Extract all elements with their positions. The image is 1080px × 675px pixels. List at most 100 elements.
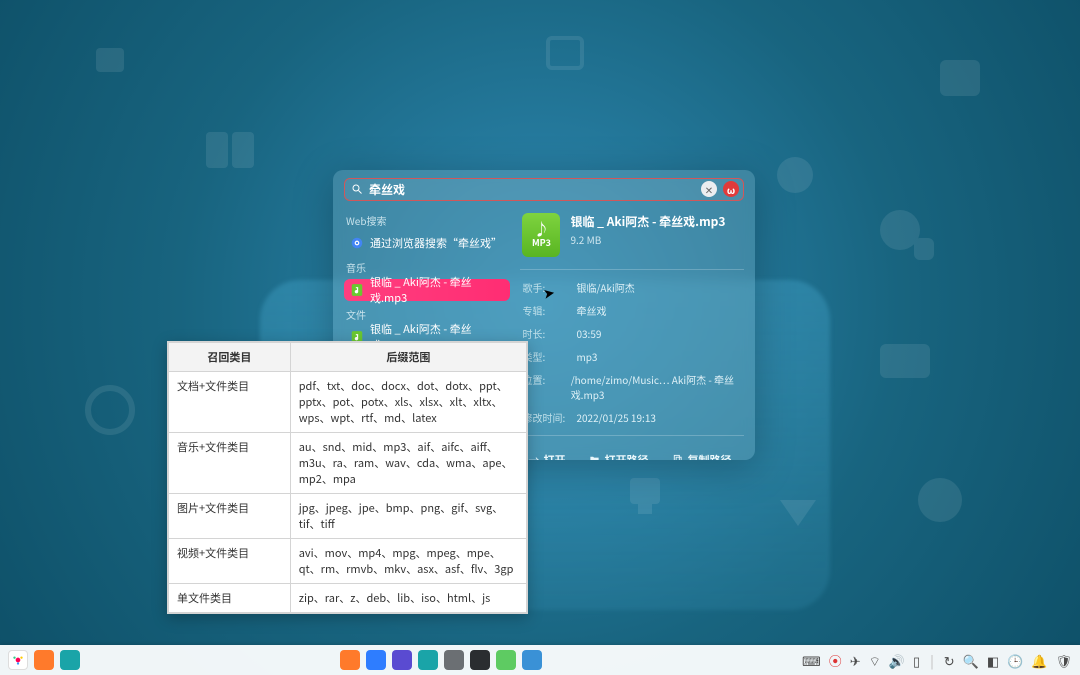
table-cell: 视频+文件类目 <box>169 539 291 584</box>
section-file-label: 文件 <box>346 307 510 322</box>
table-cell: jpg、jpeg、jpe、bmp、png、gif、svg、tif、tiff <box>290 494 526 539</box>
table-cell: zip、rar、z、deb、lib、iso、html、js <box>290 584 526 613</box>
result-music-item[interactable]: 银临 _ Aki阿杰 - 牵丝戏.mp3 <box>344 279 510 301</box>
bg-icon <box>90 40 130 80</box>
table-cell: 单文件类目 <box>169 584 291 613</box>
meta-key: 位置: <box>522 372 560 402</box>
meta-key: 专辑: <box>522 303 566 318</box>
taskbar-app[interactable] <box>366 650 386 670</box>
search-icon <box>351 183 363 195</box>
tray-shield-icon[interactable]: 🛡 <box>1055 651 1072 670</box>
taskbar-app[interactable] <box>496 650 516 670</box>
bg-icon <box>80 380 140 440</box>
meta-value: 03:59 <box>576 326 601 341</box>
folder-icon <box>589 454 600 460</box>
taskbar-center <box>80 650 802 670</box>
meta-row: 歌手: 银临/Aki阿杰 <box>520 276 744 299</box>
taskbar-app[interactable] <box>470 650 490 670</box>
preview-actions: → 打开 打开路径 复制路径 <box>520 442 744 460</box>
tray-separator: | <box>930 651 934 670</box>
meta-row: 类型: mp3 <box>520 345 744 368</box>
table-cell: 图片+文件类目 <box>169 494 291 539</box>
meta-key: 类型: <box>522 349 566 364</box>
table-row: 文档+文件类目pdf、txt、doc、docx、dot、dotx、ppt、ppt… <box>169 372 527 433</box>
bg-icon <box>870 200 940 270</box>
search-input[interactable] <box>369 181 695 198</box>
taskbar: ⌨ ⦿ ✈ ⌔ 🔊 ▯ | ↻ 🔍 ◧ 🕒 🔔 🛡 <box>0 645 1080 675</box>
result-label: 银临 _ Aki阿杰 - 牵丝戏.mp3 <box>370 274 504 306</box>
taskbar-app[interactable] <box>392 650 412 670</box>
tray-keyboard-icon[interactable]: ⌨ <box>802 651 821 670</box>
open-button[interactable]: → 打开 <box>528 452 565 460</box>
meta-row: 位置: /home/zimo/Music… Aki阿杰 - 牵丝戏.mp3 <box>520 368 744 406</box>
bg-icon <box>200 120 260 180</box>
copy-path-button[interactable]: 复制路径 <box>672 452 731 460</box>
netease-music-button[interactable]: ω <box>723 181 739 197</box>
search-field[interactable]: ✕ ω <box>344 178 744 201</box>
tray-notification-icon[interactable]: 🔔 <box>1031 651 1047 670</box>
meta-value: mp3 <box>576 349 597 364</box>
file-type-reference-table: 召回类目 后缀范围 文档+文件类目pdf、txt、doc、docx、dot、do… <box>167 341 528 614</box>
meta-key: 歌手: <box>522 280 566 295</box>
section-music-label: 音乐 <box>346 260 510 275</box>
bg-icon <box>620 470 670 520</box>
badge-text: MP3 <box>532 236 551 249</box>
music-file-icon <box>350 283 364 297</box>
tray-update-icon[interactable]: ↻ <box>944 651 955 670</box>
preview-pane: ♪ MP3 银临 _ Aki阿杰 - 牵丝戏.mp3 9.2 MB 歌手: 银临/… <box>520 209 744 460</box>
preview-filename: 银临 _ Aki阿杰 - 牵丝戏.mp3 <box>570 213 725 230</box>
copy-icon <box>672 454 683 460</box>
result-web-search[interactable]: 通过浏览器搜索“牵丝戏” <box>344 232 510 254</box>
table-header: 召回类目 <box>169 343 291 372</box>
open-path-button[interactable]: 打开路径 <box>589 452 648 460</box>
separator <box>520 435 744 436</box>
tray-record-icon[interactable]: ⦿ <box>829 651 842 670</box>
bg-icon <box>910 470 970 530</box>
tray-multitask-icon[interactable]: ◧ <box>987 651 999 670</box>
bg-icon <box>770 150 820 200</box>
bg-icon <box>540 30 590 80</box>
table-row: 视频+文件类目avi、mov、mp4、mpg、mpeg、mpe、qt、rm、rm… <box>169 539 527 584</box>
table-cell: au、snd、mid、mp3、aif、aifc、aiff、m3u、ra、ram、… <box>290 433 526 494</box>
tray-wifi-icon[interactable]: ⌔ <box>869 651 881 670</box>
mp3-badge-icon: ♪ MP3 <box>522 213 560 257</box>
meta-row: 专辑: 牵丝戏 <box>520 299 744 322</box>
table-row: 图片+文件类目jpg、jpeg、jpe、bmp、png、gif、svg、tif、… <box>169 494 527 539</box>
meta-key: 修改时间: <box>522 410 566 425</box>
tray-volume-icon[interactable]: 🔊 <box>889 651 905 670</box>
tray-battery-icon[interactable]: ▯ <box>913 651 920 670</box>
taskbar-app[interactable] <box>340 650 360 670</box>
table-row: 音乐+文件类目au、snd、mid、mp3、aif、aifc、aiff、m3u、… <box>169 433 527 494</box>
result-label: 通过浏览器搜索“牵丝戏” <box>370 235 502 251</box>
meta-value: /home/zimo/Music… Aki阿杰 - 牵丝戏.mp3 <box>571 372 742 402</box>
table-cell: 文档+文件类目 <box>169 372 291 433</box>
tray-airplane-icon[interactable]: ✈ <box>850 651 861 670</box>
taskbar-launcher[interactable] <box>60 650 80 670</box>
taskbar-app[interactable] <box>418 650 438 670</box>
desktop: ✕ ω Web搜索 通过浏览器搜索“牵丝戏” 音乐 银临 _ Aki阿杰 - 牵… <box>0 0 1080 675</box>
table-row: 单文件类目zip、rar、z、deb、lib、iso、html、js <box>169 584 527 613</box>
browser-icon <box>350 236 364 250</box>
meta-value: 牵丝戏 <box>576 303 606 318</box>
preview-filesize: 9.2 MB <box>570 232 725 247</box>
taskbar-tray: ⌨ ⦿ ✈ ⌔ 🔊 ▯ | ↻ 🔍 ◧ 🕒 🔔 🛡 <box>802 651 1072 670</box>
taskbar-launcher[interactable] <box>8 650 28 670</box>
taskbar-app[interactable] <box>444 650 464 670</box>
section-web-label: Web搜索 <box>346 213 510 228</box>
bg-icon <box>770 480 826 536</box>
clear-search-button[interactable]: ✕ <box>701 181 717 197</box>
meta-value: 银临/Aki阿杰 <box>576 280 634 295</box>
bg-icon <box>930 50 990 110</box>
table-cell: avi、mov、mp4、mpg、mpeg、mpe、qt、rm、rmvb、mkv、… <box>290 539 526 584</box>
preview-metadata: 歌手: 银临/Aki阿杰专辑: 牵丝戏时长:03:59 类型: mp3 位置: /home/… <box>520 276 744 429</box>
table-header: 后缀范围 <box>290 343 526 372</box>
bg-icon <box>870 330 940 400</box>
meta-row: 时长:03:59 <box>520 322 744 345</box>
taskbar-launcher[interactable] <box>34 650 54 670</box>
tray-search-icon[interactable]: 🔍 <box>963 651 979 670</box>
tray-clock-icon[interactable]: 🕒 <box>1007 651 1023 670</box>
meta-row: 修改时间:2022/01/25 19:13 <box>520 406 744 429</box>
separator <box>520 269 744 270</box>
taskbar-app[interactable] <box>522 650 542 670</box>
preview-header: ♪ MP3 银临 _ Aki阿杰 - 牵丝戏.mp3 9.2 MB <box>520 209 744 269</box>
